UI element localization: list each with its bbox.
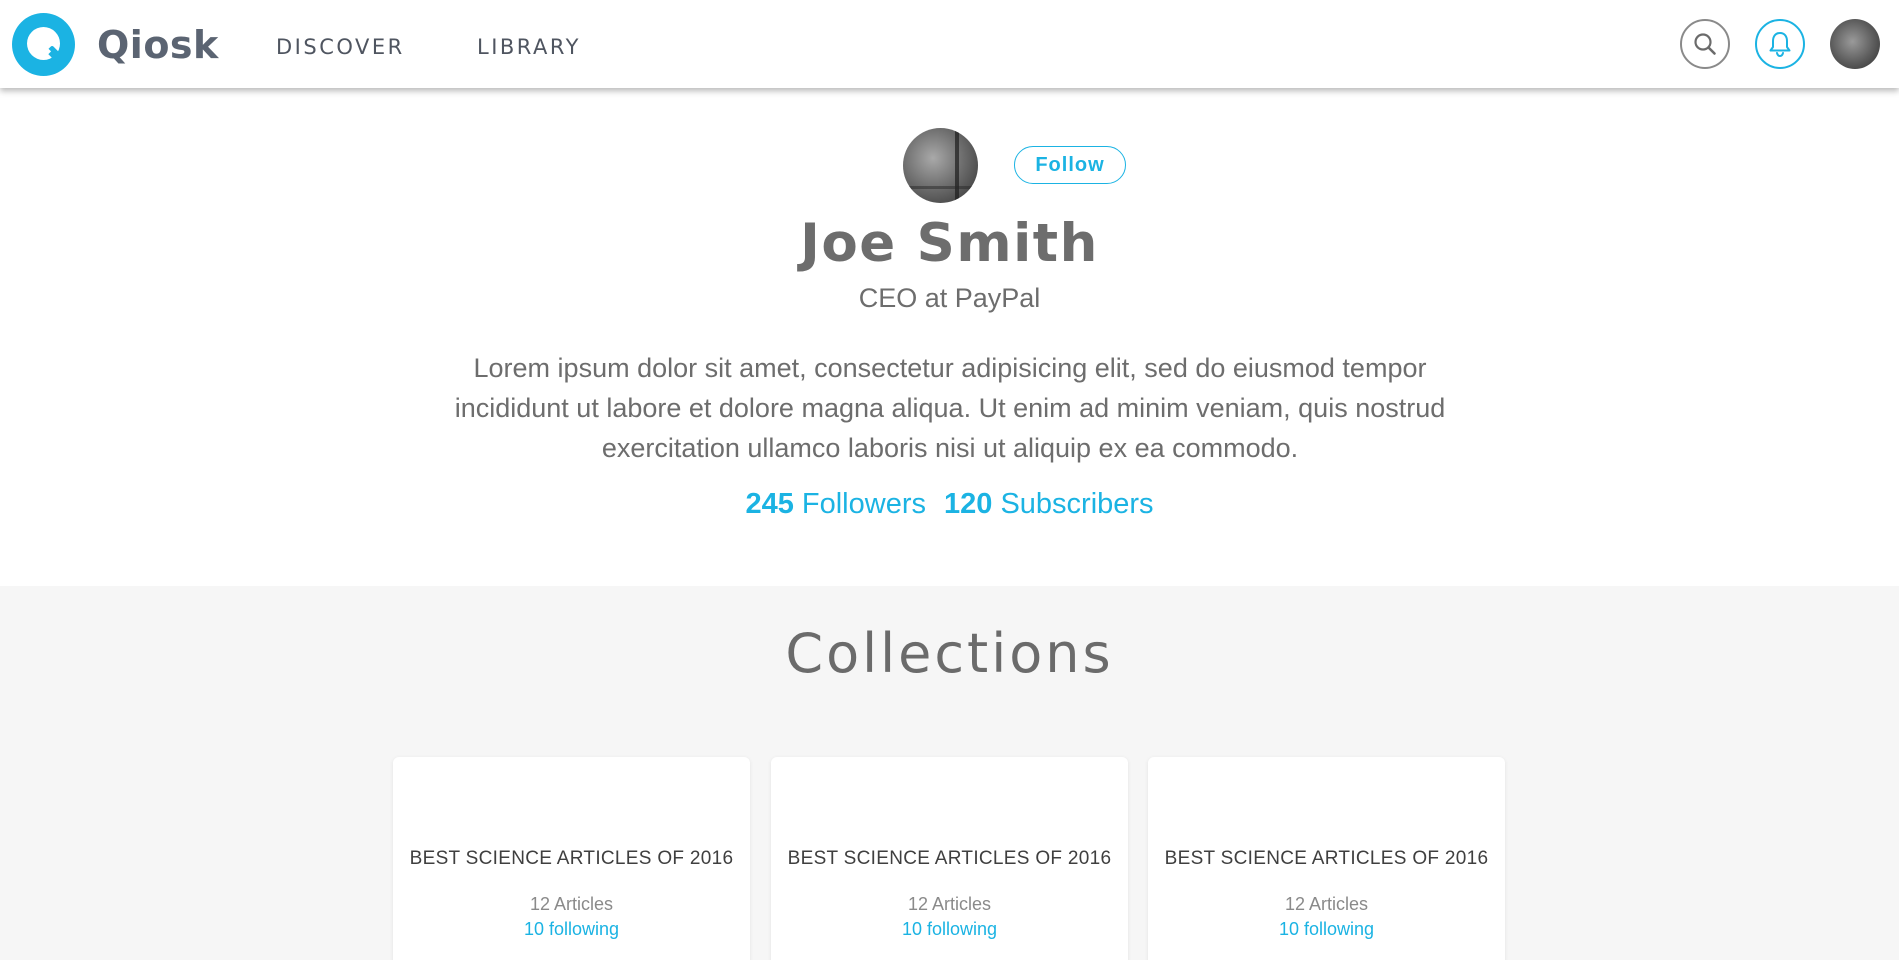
collection-following[interactable]: 10 following — [771, 919, 1128, 940]
logo-text: Qiosk — [97, 22, 219, 67]
collection-article-count: 12 Articles — [1284, 894, 1369, 914]
qiosk-logo-icon — [12, 13, 75, 76]
subscribers-link[interactable]: 120 Subscribers — [944, 488, 1154, 521]
collection-title: BEST SCIENCE ARTICLES OF 2016 — [1164, 848, 1489, 869]
collection-article-count: 12 Articles — [529, 894, 614, 914]
qiosk-logo[interactable]: Qiosk — [12, 13, 219, 76]
followers-label: Followers — [801, 488, 926, 520]
profile-bio: Lorem ipsum dolor sit amet, consectetur … — [454, 353, 1446, 463]
subscribers-label: Subscribers — [1000, 488, 1154, 520]
top-header: Qiosk DISCOVER LIBRARY — [0, 0, 1899, 88]
nav-library[interactable]: LIBRARY — [477, 35, 581, 59]
followers-link[interactable]: 245 Followers — [745, 488, 926, 521]
collections-heading: Collections — [785, 622, 1114, 685]
follow-button[interactable]: Follow — [1014, 146, 1126, 184]
profile-role: CEO at PayPal — [858, 283, 1041, 313]
collection-title: BEST SCIENCE ARTICLES OF 2016 — [409, 848, 734, 869]
profile-section: Follow Joe Smith CEO at PayPal Lorem ips… — [0, 88, 1899, 586]
collection-card[interactable]: BEST SCIENCE ARTICLES OF 2016 12 Article… — [393, 757, 750, 960]
bell-icon — [1769, 32, 1791, 58]
followers-count: 245 — [745, 488, 794, 520]
subscribers-count: 120 — [943, 488, 993, 520]
search-icon — [1694, 33, 1716, 55]
search-button[interactable] — [1680, 19, 1730, 69]
collection-article-count: 12 Articles — [907, 894, 992, 914]
collection-following[interactable]: 10 following — [393, 919, 750, 940]
profile-name: Joe Smith — [800, 213, 1099, 274]
notifications-button[interactable] — [1755, 19, 1805, 69]
profile-avatar — [903, 128, 978, 203]
user-avatar[interactable] — [1830, 19, 1880, 69]
collection-card[interactable]: BEST SCIENCE ARTICLES OF 2016 12 Article… — [1148, 757, 1505, 960]
collection-title: BEST SCIENCE ARTICLES OF 2016 — [787, 848, 1112, 869]
collection-card[interactable]: BEST SCIENCE ARTICLES OF 2016 12 Article… — [771, 757, 1128, 960]
profile-stats: 245 Followers 120 Subscribers — [0, 488, 1899, 521]
collection-following[interactable]: 10 following — [1148, 919, 1505, 940]
nav-discover[interactable]: DISCOVER — [276, 35, 405, 59]
